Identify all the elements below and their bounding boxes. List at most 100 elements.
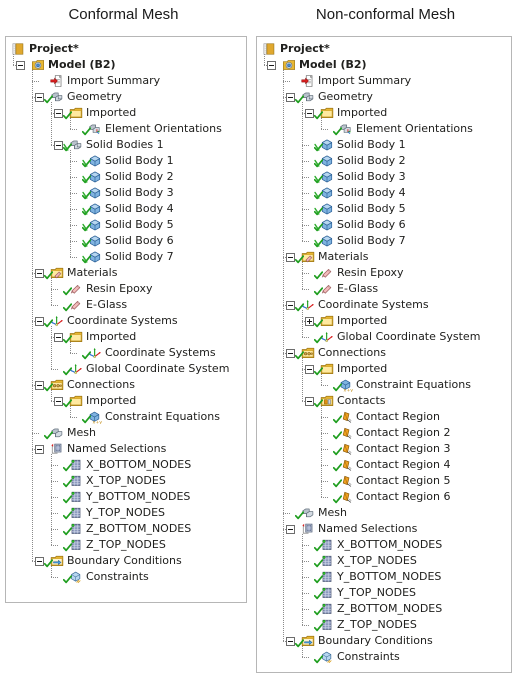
tree-item-mesh[interactable]: Mesh: [257, 505, 511, 521]
tree-item-imported[interactable]: Imported: [6, 105, 246, 121]
tree-item-contact-region-2[interactable]: Contact Region 2: [257, 425, 511, 441]
tree-item-z-bottom-nodes[interactable]: Z_BOTTOM_NODES: [257, 601, 511, 617]
tree-item-imported[interactable]: Imported: [6, 329, 246, 345]
tree-item-project[interactable]: Project*: [257, 41, 511, 57]
tree-item-y-top-nodes[interactable]: Y_TOP_NODES: [257, 585, 511, 601]
tree-item-constraint-equations[interactable]: x+y Constraint Equations: [6, 409, 246, 425]
tree-item-contact-region[interactable]: Contact Region: [257, 409, 511, 425]
tree-item-e-glass[interactable]: E-Glass: [257, 281, 511, 297]
tree-item-solid-body-5[interactable]: Solid Body 5: [6, 217, 246, 233]
tree-item-solid-body-1[interactable]: Solid Body 1: [6, 153, 246, 169]
non-conformal-mesh-tree-panel[interactable]: Project* Model (B2) Import Summary Geometry…: [256, 36, 512, 673]
expand-toggle-expanded[interactable]: [35, 317, 44, 326]
tree-item-e-glass[interactable]: E-Glass: [6, 297, 246, 313]
expand-toggle-expanded[interactable]: [54, 397, 63, 406]
outline-tree[interactable]: Project* Model (B2) Import Summary Geometry…: [257, 37, 511, 669]
expand-toggle-expanded[interactable]: [286, 93, 295, 102]
expand-toggle-expanded[interactable]: [16, 61, 25, 70]
tree-item-mesh[interactable]: Mesh: [6, 425, 246, 441]
tree-item-boundary-conditions[interactable]: Boundary Conditions: [257, 633, 511, 649]
tree-item-solid-body-2[interactable]: Solid Body 2: [257, 153, 511, 169]
tree-item-coordinate-systems[interactable]: Coordinate Systems: [6, 345, 246, 361]
tree-item-boundary-conditions[interactable]: Boundary Conditions: [6, 553, 246, 569]
expand-toggle-expanded[interactable]: [35, 381, 44, 390]
tree-item-contact-region-5[interactable]: Contact Region 5: [257, 473, 511, 489]
outline-tree[interactable]: Project* Model (B2) Import Summary Geometry…: [6, 37, 246, 589]
tree-item-contact-region-6[interactable]: Contact Region 6: [257, 489, 511, 505]
expand-toggle-expanded[interactable]: [286, 301, 295, 310]
tree-item-element-orientations[interactable]: Element Orientations: [257, 121, 511, 137]
tree-item-coordinate-systems[interactable]: Coordinate Systems: [6, 313, 246, 329]
tree-item-constraint-equations[interactable]: x+y Constraint Equations: [257, 377, 511, 393]
expand-toggle-expanded[interactable]: [305, 109, 314, 118]
tree-item-solid-body-3[interactable]: Solid Body 3: [6, 185, 246, 201]
expand-toggle-expanded[interactable]: [35, 93, 44, 102]
tree-item-global-coordinate-system[interactable]: Global Coordinate System: [6, 361, 246, 377]
tree-item-x-top-nodes[interactable]: X_TOP_NODES: [6, 473, 246, 489]
expand-toggle-expanded[interactable]: [286, 637, 295, 646]
tree-item-solid-body-6[interactable]: Solid Body 6: [257, 217, 511, 233]
tree-item-materials[interactable]: Materials: [257, 249, 511, 265]
tree-item-solid-body-7[interactable]: Solid Body 7: [257, 233, 511, 249]
tree-item-constraints[interactable]: Constraints: [6, 569, 246, 585]
tree-item-y-bottom-nodes[interactable]: Y_BOTTOM_NODES: [257, 569, 511, 585]
expand-toggle-expanded[interactable]: [35, 557, 44, 566]
tree-item-solid-body-4[interactable]: Solid Body 4: [6, 201, 246, 217]
tree-item-model-b2[interactable]: Model (B2): [6, 57, 246, 73]
expand-toggle-expanded[interactable]: [54, 109, 63, 118]
tree-item-resin-epoxy[interactable]: Resin Epoxy: [257, 265, 511, 281]
expand-toggle-expanded[interactable]: [286, 253, 295, 262]
tree-item-z-top-nodes[interactable]: Z_TOP_NODES: [257, 617, 511, 633]
tree-item-solid-body-5[interactable]: Solid Body 5: [257, 201, 511, 217]
tree-item-element-orientations[interactable]: Element Orientations: [6, 121, 246, 137]
tree-item-import-summary[interactable]: Import Summary: [6, 73, 246, 89]
tree-item-y-top-nodes[interactable]: Y_TOP_NODES: [6, 505, 246, 521]
tree-item-solid-body-4[interactable]: Solid Body 4: [257, 185, 511, 201]
tree-item-x-top-nodes[interactable]: X_TOP_NODES: [257, 553, 511, 569]
tree-item-geometry[interactable]: Geometry: [257, 89, 511, 105]
tree-item-contact-region-4[interactable]: Contact Region 4: [257, 457, 511, 473]
tree-item-solid-body-1[interactable]: Solid Body 1: [257, 137, 511, 153]
tree-item-imported[interactable]: Imported: [6, 393, 246, 409]
tree-item-solid-body-2[interactable]: Solid Body 2: [6, 169, 246, 185]
import-summary-icon: [301, 74, 315, 88]
expand-toggle-collapsed[interactable]: [305, 317, 314, 326]
expand-toggle-expanded[interactable]: [35, 445, 44, 454]
tree-item-import-summary[interactable]: Import Summary: [257, 73, 511, 89]
expand-toggle-expanded[interactable]: [267, 61, 276, 70]
tree-item-x-bottom-nodes[interactable]: X_BOTTOM_NODES: [6, 457, 246, 473]
tree-item-resin-epoxy[interactable]: Resin Epoxy: [6, 281, 246, 297]
tree-item-x-bottom-nodes[interactable]: X_BOTTOM_NODES: [257, 537, 511, 553]
expand-toggle-expanded[interactable]: [305, 397, 314, 406]
conformal-mesh-tree-panel[interactable]: Project* Model (B2) Import Summary Geometry…: [5, 36, 247, 603]
tree-item-constraints[interactable]: Constraints: [257, 649, 511, 665]
expand-toggle-expanded[interactable]: [54, 141, 63, 150]
tree-item-global-coordinate-system[interactable]: Global Coordinate System: [257, 329, 511, 345]
expand-toggle-expanded[interactable]: [305, 365, 314, 374]
tree-item-named-selections[interactable]: Named Selections: [257, 521, 511, 537]
tree-item-z-top-nodes[interactable]: Z_TOP_NODES: [6, 537, 246, 553]
tree-item-solid-bodies-1[interactable]: Solid Bodies 1: [6, 137, 246, 153]
expand-toggle-expanded[interactable]: [35, 269, 44, 278]
tree-item-model-b2[interactable]: Model (B2): [257, 57, 511, 73]
tree-item-connections[interactable]: Connections: [6, 377, 246, 393]
tree-item-materials[interactable]: Materials: [6, 265, 246, 281]
tree-item-imported[interactable]: Imported: [257, 361, 511, 377]
tree-item-project[interactable]: Project*: [6, 41, 246, 57]
tree-item-solid-body-6[interactable]: Solid Body 6: [6, 233, 246, 249]
tree-item-y-bottom-nodes[interactable]: Y_BOTTOM_NODES: [6, 489, 246, 505]
tree-item-named-selections[interactable]: Named Selections: [6, 441, 246, 457]
tree-item-contact-region-3[interactable]: Contact Region 3: [257, 441, 511, 457]
tree-item-coordinate-systems[interactable]: Coordinate Systems: [257, 297, 511, 313]
tree-item-connections[interactable]: Connections: [257, 345, 511, 361]
expand-toggle-expanded[interactable]: [286, 525, 295, 534]
tree-item-imported[interactable]: Imported: [257, 313, 511, 329]
tree-item-imported[interactable]: Imported: [257, 105, 511, 121]
tree-item-solid-body-3[interactable]: Solid Body 3: [257, 169, 511, 185]
expand-toggle-expanded[interactable]: [286, 349, 295, 358]
tree-item-z-bottom-nodes[interactable]: Z_BOTTOM_NODES: [6, 521, 246, 537]
tree-item-contacts[interactable]: Contacts: [257, 393, 511, 409]
expand-toggle-expanded[interactable]: [54, 333, 63, 342]
tree-item-geometry[interactable]: Geometry: [6, 89, 246, 105]
tree-item-solid-body-7[interactable]: Solid Body 7: [6, 249, 246, 265]
